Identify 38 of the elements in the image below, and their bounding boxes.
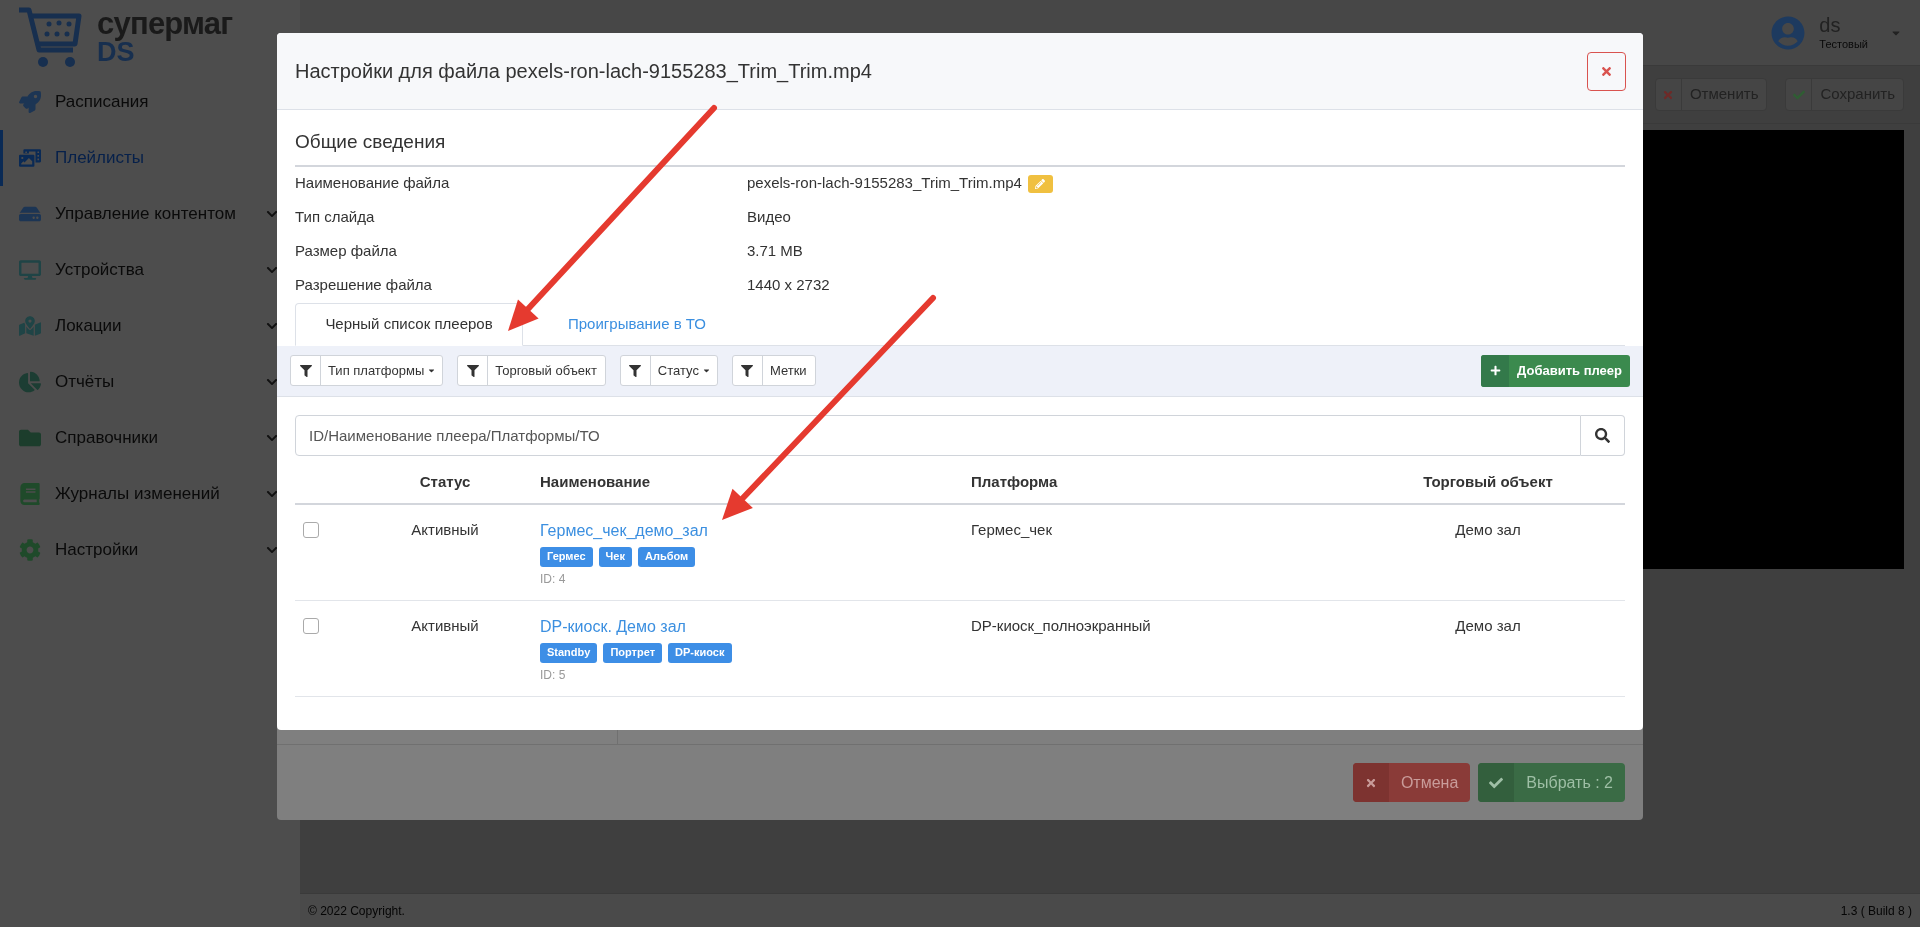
info-value: 1440 x 2732 xyxy=(747,275,830,296)
tag: Альбом xyxy=(637,546,696,567)
copyright-text: © 2022 Copyright. xyxy=(308,902,405,920)
tag: Чек xyxy=(598,546,632,567)
table-cell-text: Активный xyxy=(411,615,479,636)
sidebar-label: Локации xyxy=(55,315,122,338)
table-cell-text: Демо зал xyxy=(1455,519,1521,540)
info-label: Размер файла xyxy=(295,241,398,262)
dialog-title: Настройки для файла pexels-ron-lach-9155283_Trim_Trim.mp4 xyxy=(295,59,872,85)
version-text: 1.3 ( Build 8 ) xyxy=(1840,902,1912,920)
column-header: Торговый объект xyxy=(1423,471,1553,492)
info-value: Видео xyxy=(747,207,791,228)
info-label: Разрешение файла xyxy=(295,275,433,296)
sidebar-label: Расписания xyxy=(55,91,149,114)
sidebar-label: Журналы изменений xyxy=(55,483,220,506)
user-role: Тестовый xyxy=(1819,38,1868,52)
table-cell-text: Гермес_чек xyxy=(971,519,1054,540)
id-text: ID: 5 xyxy=(540,666,566,684)
table-cell-text: Демо зал xyxy=(1455,615,1521,636)
sidebar-label: Настройки xyxy=(55,539,139,562)
tag: DP-киоск xyxy=(668,642,732,663)
sidebar-label: Отчёты xyxy=(55,371,115,394)
tag: Портрет xyxy=(603,642,663,663)
sidebar-label: Управление контентом xyxy=(55,203,236,226)
info-label: Тип слайда xyxy=(295,207,376,228)
info-value: 3.71 MB xyxy=(747,241,803,262)
column-header: Статус xyxy=(419,471,471,492)
sidebar-label: Устройства xyxy=(55,259,144,282)
column-header: Наименование xyxy=(540,471,652,492)
tag: Гермес xyxy=(540,546,593,567)
info-value: pexels-ron-lach-9155283_Trim_Trim.mp4 xyxy=(747,173,1022,194)
sidebar-label: Плейлисты xyxy=(55,147,144,170)
table-cell-text: DP-киоск_полноэкранный xyxy=(971,615,1152,636)
sidebar-label: Справочники xyxy=(55,427,158,450)
table-cell-text: Активный xyxy=(411,519,479,540)
column-header: Платформа xyxy=(971,471,1059,492)
tag: Standby xyxy=(540,642,598,663)
id-text: ID: 4 xyxy=(540,570,566,588)
